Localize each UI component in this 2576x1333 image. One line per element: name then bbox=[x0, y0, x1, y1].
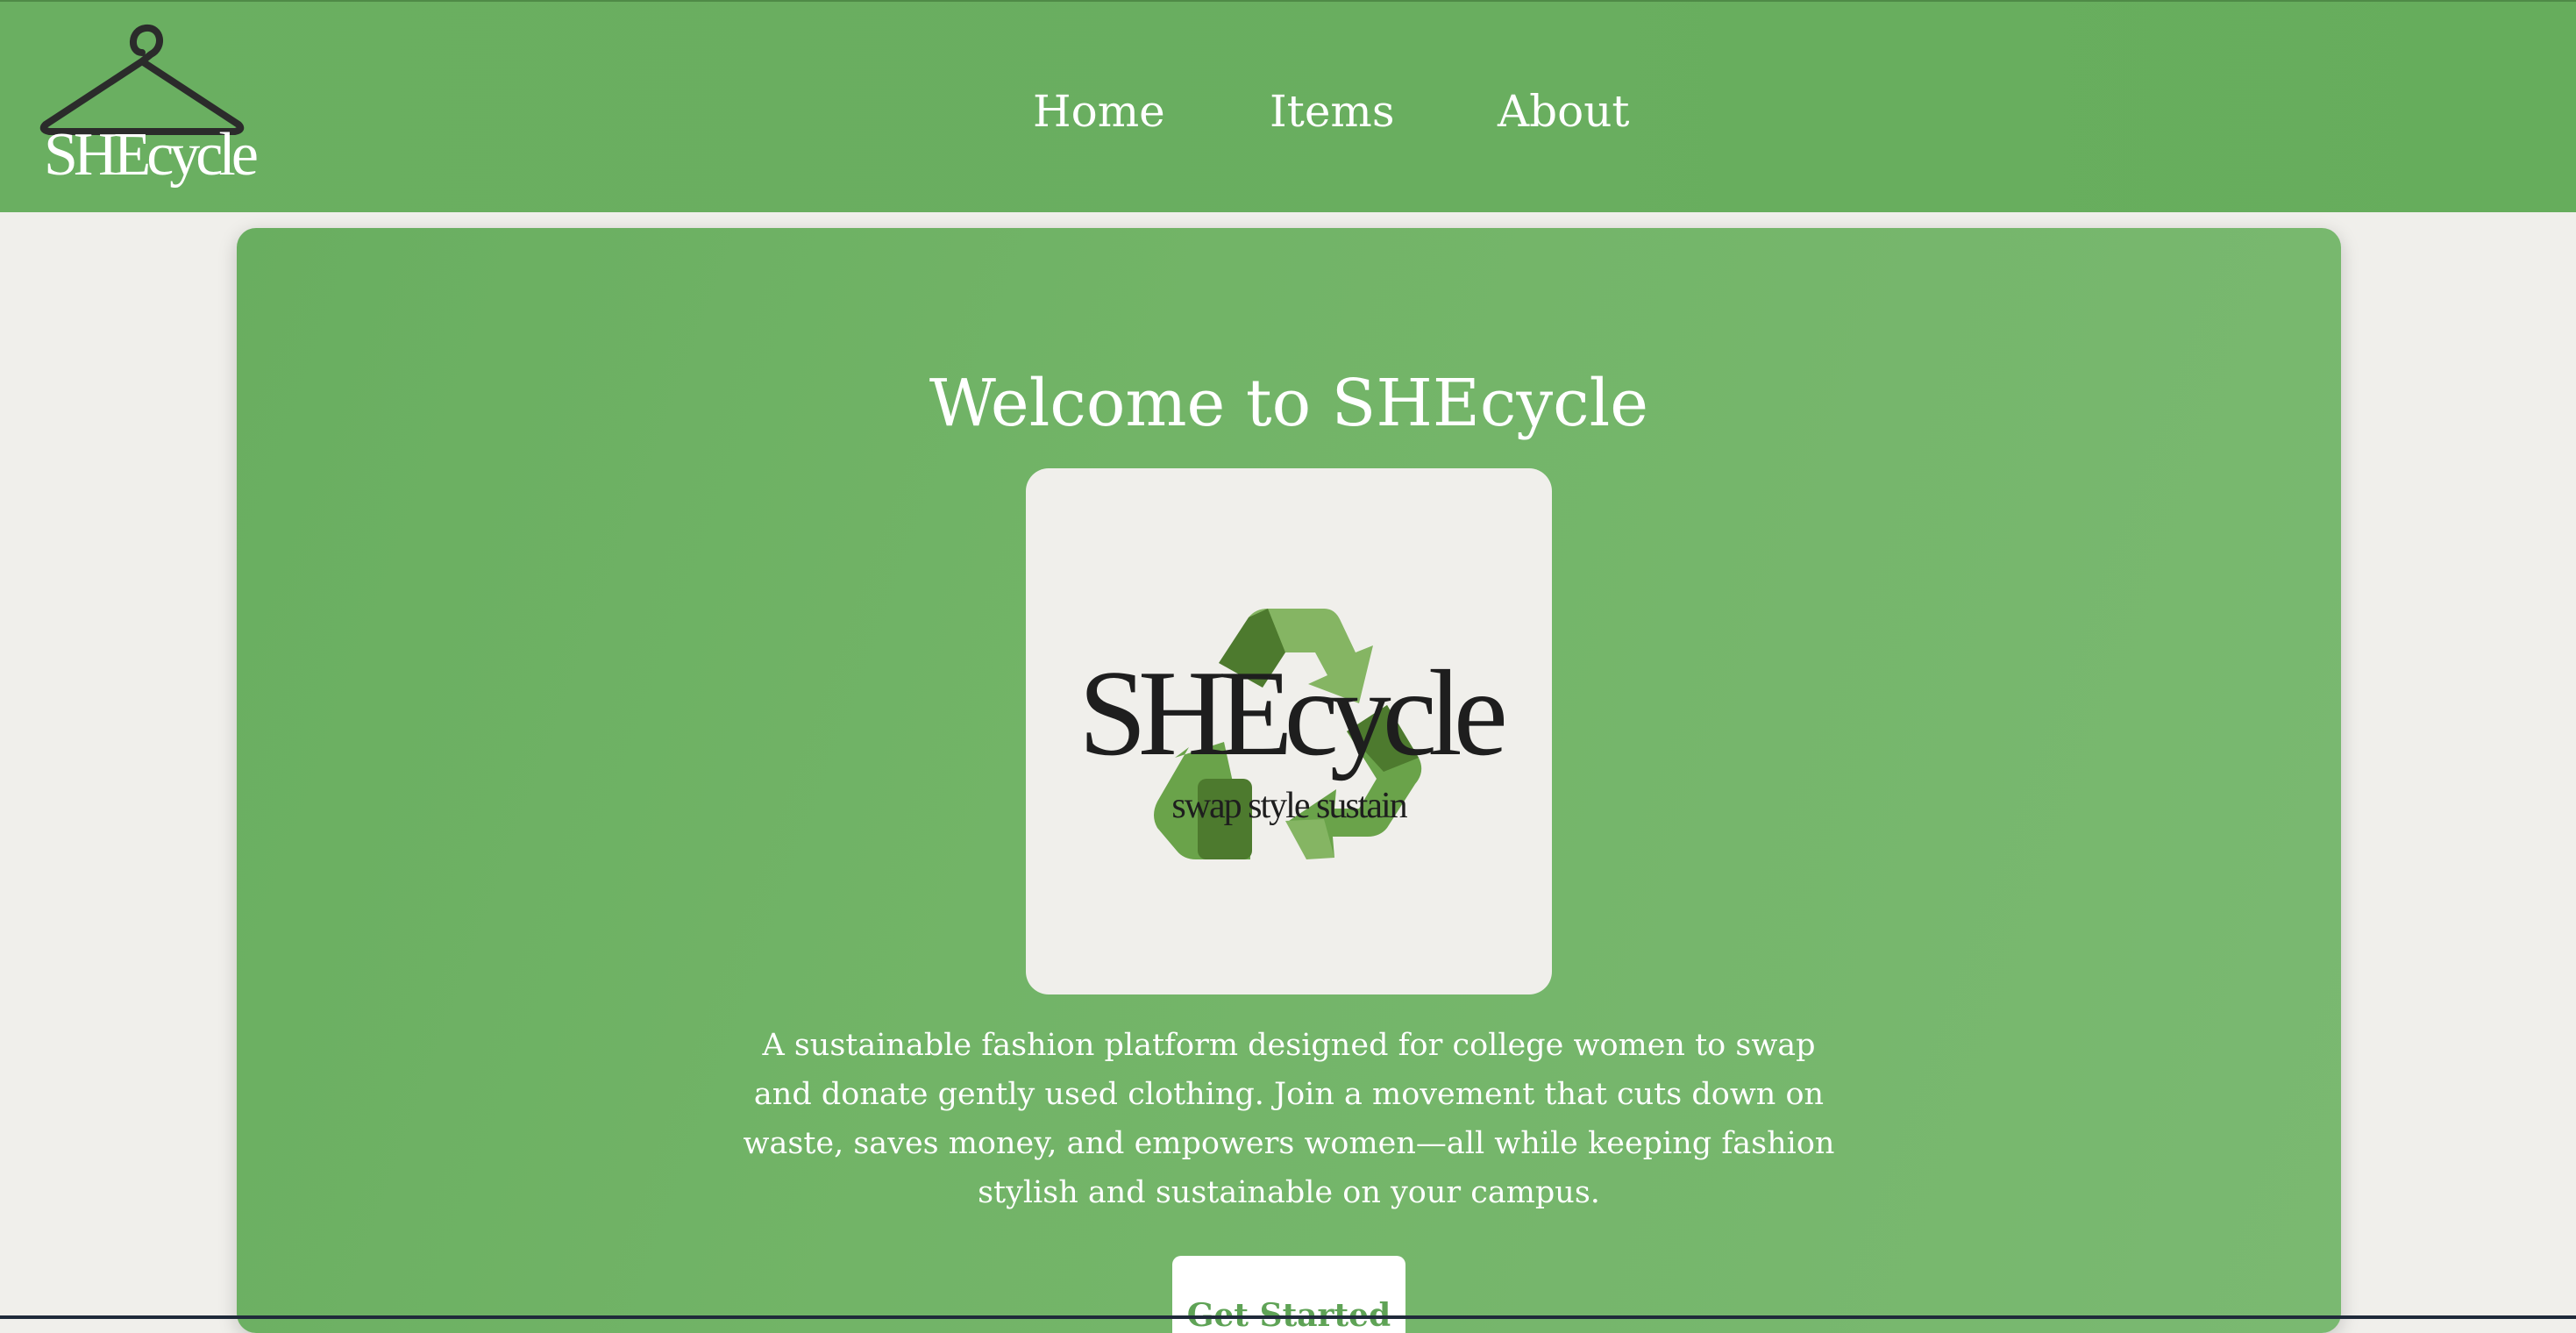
hero-card: Welcome to SHEcycle SHEcycle swap style … bbox=[237, 228, 2341, 1333]
hero-logo-tagline: swap style sustain bbox=[1171, 786, 1407, 826]
hero-logo-card: SHEcycle swap style sustain bbox=[1026, 468, 1552, 994]
main-nav: Home Items About bbox=[0, 81, 2576, 142]
top-navbar: SHEcycle Home Items About bbox=[0, 0, 2576, 212]
nav-about-link[interactable]: About bbox=[1498, 81, 1630, 142]
get-started-button[interactable]: Get Started bbox=[1172, 1256, 1405, 1333]
hero-title: Welcome to SHEcycle bbox=[929, 366, 1649, 441]
nav-items-link[interactable]: Items bbox=[1270, 81, 1395, 142]
window-bottom-edge bbox=[0, 1315, 2576, 1319]
nav-home-link[interactable]: Home bbox=[1033, 81, 1165, 142]
hero-logo-brand: SHEcycle bbox=[1078, 645, 1508, 781]
hero-description: A sustainable fashion platform designed … bbox=[743, 1028, 1835, 1210]
